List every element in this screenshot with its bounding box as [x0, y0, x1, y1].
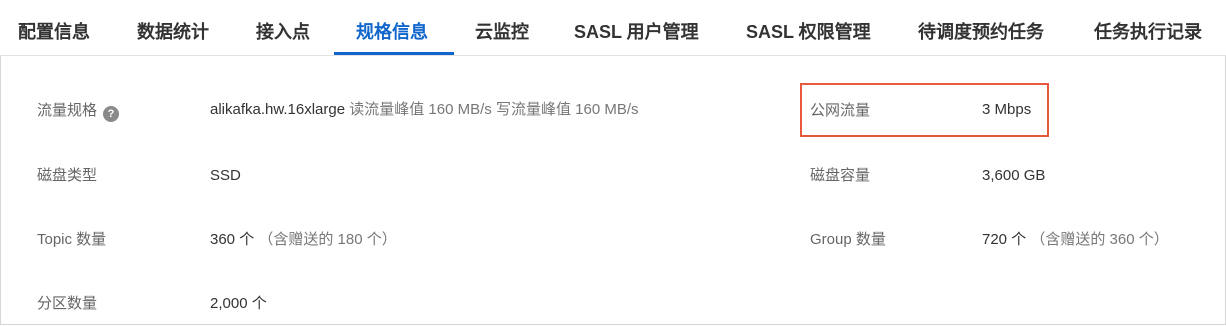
flow-spec-label-text: 流量规格: [37, 102, 98, 119]
group-count-note: （含赠送的 360 个）: [1030, 231, 1169, 248]
flow-spec-detail: 读流量峰值 160 MB/s 写流量峰值 160 MB/s: [349, 101, 639, 118]
topic-count-note: （含赠送的 180 个）: [258, 231, 397, 248]
partition-count-value: 2,000 个: [210, 295, 267, 312]
tab-access-points[interactable]: 接入点: [256, 0, 310, 56]
tab-config-info[interactable]: 配置信息: [18, 0, 90, 56]
disk-type-value: SSD: [210, 167, 241, 184]
flow-spec-instance: alikafka.hw.16xlarge: [210, 101, 346, 118]
partition-count-label: 分区数量: [37, 295, 98, 312]
tab-sasl-permissions[interactable]: SASL 权限管理: [746, 0, 871, 56]
group-count-label: Group 数量: [810, 231, 886, 248]
tab-data-stats[interactable]: 数据统计: [137, 0, 209, 56]
active-tab-indicator: [334, 52, 454, 55]
group-count-value: 720 个 （含赠送的 360 个）: [982, 230, 1169, 250]
tab-bar: 配置信息 数据统计 接入点 规格信息 云监控 SASL 用户管理 SASL 权限…: [0, 0, 1226, 56]
tab-sasl-users[interactable]: SASL 用户管理: [574, 0, 699, 56]
disk-capacity-label: 磁盘容量: [810, 167, 871, 184]
topic-count-value: 360 个 （含赠送的 180 个）: [210, 230, 397, 250]
topic-count-number: 360 个: [210, 231, 255, 248]
topic-count-label: Topic 数量: [37, 231, 107, 248]
flow-spec-label: 流量规格?: [37, 101, 120, 122]
disk-type-label: 磁盘类型: [37, 167, 98, 184]
help-icon[interactable]: ?: [103, 106, 120, 122]
disk-capacity-value: 3,600 GB: [982, 167, 1046, 184]
group-count-number: 720 个: [982, 231, 1027, 248]
tab-scheduled-tasks[interactable]: 待调度预约任务: [918, 0, 1044, 56]
flow-spec-value: alikafka.hw.16xlarge 读流量峰值 160 MB/s 写流量峰…: [210, 100, 639, 120]
tab-spec-info[interactable]: 规格信息: [356, 0, 428, 56]
tab-cloud-monitor[interactable]: 云监控: [475, 0, 529, 56]
tab-task-records[interactable]: 任务执行记录: [1094, 0, 1202, 56]
public-flow-highlight: [800, 83, 1049, 137]
